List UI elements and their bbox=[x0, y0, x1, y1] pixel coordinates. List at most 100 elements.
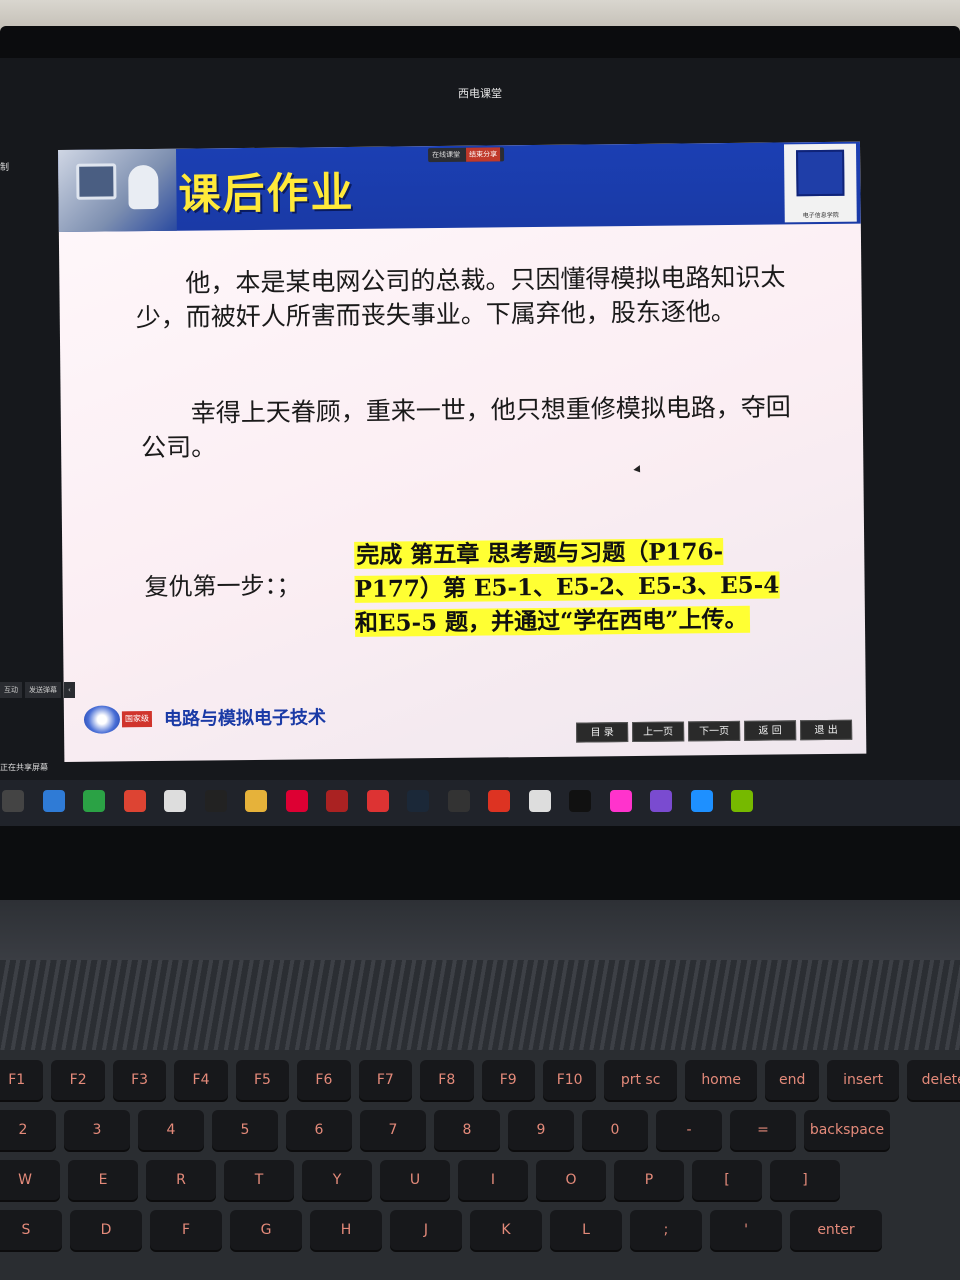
g-icon[interactable] bbox=[204, 790, 227, 812]
mouse-cursor-icon bbox=[633, 465, 644, 475]
nav-contents-button[interactable]: 目 录 bbox=[576, 722, 629, 743]
key[interactable]: ; bbox=[630, 1210, 702, 1250]
header-illustration bbox=[58, 148, 177, 232]
key[interactable]: P bbox=[614, 1160, 684, 1200]
key[interactable]: T bbox=[224, 1160, 294, 1200]
slide-navigation: 目 录 上一页 下一页 返 回 退 出 bbox=[576, 719, 853, 743]
key[interactable]: R bbox=[146, 1160, 216, 1200]
key[interactable]: 8 bbox=[434, 1110, 500, 1150]
key[interactable]: 3 bbox=[64, 1110, 130, 1150]
vscode-icon[interactable] bbox=[690, 790, 713, 812]
app-icon[interactable] bbox=[488, 790, 510, 812]
capcut-icon[interactable] bbox=[569, 790, 591, 812]
interact-button[interactable]: 互动 bbox=[0, 682, 22, 698]
nav-exit-button[interactable]: 退 出 bbox=[800, 719, 853, 741]
netease-music-icon[interactable] bbox=[285, 790, 308, 812]
key[interactable]: F7 bbox=[358, 1060, 413, 1100]
course-badge: 国家级 bbox=[121, 711, 153, 728]
key[interactable]: I bbox=[458, 1160, 528, 1200]
qq-music-icon[interactable] bbox=[326, 790, 348, 812]
key[interactable]: ' bbox=[710, 1210, 782, 1250]
key[interactable]: prt sc bbox=[604, 1060, 677, 1100]
logo-caption: 电子信息学院 bbox=[802, 211, 839, 220]
key[interactable]: E bbox=[68, 1160, 138, 1200]
visual-studio-icon[interactable] bbox=[650, 790, 672, 812]
key[interactable]: ] bbox=[770, 1160, 840, 1200]
key[interactable]: S bbox=[0, 1210, 62, 1250]
person-icon bbox=[128, 164, 159, 210]
qq-icon[interactable] bbox=[123, 790, 146, 812]
nvidia-icon[interactable] bbox=[731, 790, 753, 812]
course-logo-icon bbox=[83, 705, 121, 734]
stop-share-button[interactable]: 结束分享 bbox=[465, 147, 501, 162]
key[interactable]: home bbox=[684, 1060, 758, 1100]
key[interactable]: F10 bbox=[542, 1060, 597, 1100]
computer-icon bbox=[76, 163, 117, 200]
key[interactable]: F5 bbox=[235, 1060, 290, 1100]
key[interactable]: O bbox=[536, 1160, 606, 1200]
edge-icon[interactable] bbox=[42, 790, 65, 812]
keyboard-vent bbox=[0, 960, 960, 1060]
search-icon[interactable] bbox=[2, 790, 24, 812]
steam-icon[interactable] bbox=[407, 790, 429, 812]
send-danmaku-button[interactable]: 发送弹幕 bbox=[25, 682, 61, 698]
app2-icon[interactable] bbox=[609, 790, 632, 812]
key[interactable]: F6 bbox=[297, 1060, 351, 1100]
share-status-label: 在线课堂 bbox=[432, 150, 461, 160]
key[interactable]: F9 bbox=[481, 1060, 535, 1100]
key[interactable]: Y bbox=[302, 1160, 372, 1200]
key[interactable]: delete bbox=[907, 1060, 960, 1100]
side-panel-edge[interactable]: 制 bbox=[0, 160, 14, 174]
key[interactable]: 7 bbox=[360, 1110, 426, 1150]
key[interactable]: 0 bbox=[582, 1110, 648, 1150]
story-paragraph-2: 幸得上天眷顾，重来一世，他只想重修模拟电路，夺回公司。 bbox=[140, 392, 791, 463]
key[interactable]: [ bbox=[692, 1160, 762, 1200]
key[interactable]: F1 bbox=[0, 1060, 44, 1100]
key[interactable]: 4 bbox=[138, 1110, 204, 1150]
key[interactable]: 5 bbox=[212, 1110, 278, 1150]
laptop-hinge bbox=[0, 900, 960, 960]
key[interactable]: F bbox=[150, 1210, 222, 1250]
key[interactable]: - bbox=[656, 1110, 722, 1150]
presentation-slide: 课后作业 在线课堂 结束分享 电子信息学院 他，本是某电网公司的总裁。只因懂得模… bbox=[58, 141, 867, 762]
key[interactable]: D bbox=[70, 1210, 142, 1250]
key[interactable]: L bbox=[550, 1210, 622, 1250]
key[interactable]: backspace bbox=[804, 1110, 890, 1150]
nav-prev-button[interactable]: 上一页 bbox=[632, 721, 685, 743]
ppt-icon[interactable] bbox=[366, 790, 389, 812]
key[interactable]: J bbox=[390, 1210, 462, 1250]
step-label: 复仇第一步：； bbox=[144, 571, 301, 602]
folder-icon[interactable] bbox=[245, 790, 267, 812]
edit-icon[interactable] bbox=[528, 790, 551, 812]
key[interactable]: H bbox=[310, 1210, 382, 1250]
window-title: 西电课堂 bbox=[458, 87, 502, 100]
key[interactable]: G bbox=[230, 1210, 302, 1250]
key[interactable]: = bbox=[730, 1110, 796, 1150]
sharing-status: 正在共享屏幕 bbox=[0, 763, 48, 772]
key[interactable]: enter bbox=[790, 1210, 882, 1250]
key[interactable]: W bbox=[0, 1160, 60, 1200]
nav-next-button[interactable]: 下一页 bbox=[688, 720, 741, 742]
homework-task: 完成 第五章 思考题与习题（P176-P177）第 E5-1、E5-2、E5-3… bbox=[354, 534, 795, 641]
key[interactable]: insert bbox=[826, 1060, 900, 1100]
story-paragraph-1: 他，本是某电网公司的总裁。只因懂得模拟电路知识太少，而被奸人所害而丧失事业。下属… bbox=[135, 262, 786, 333]
key[interactable]: F4 bbox=[174, 1060, 228, 1100]
key[interactable]: end bbox=[765, 1060, 819, 1100]
screen-share-bar: 在线课堂 结束分享 bbox=[428, 147, 505, 163]
key[interactable]: K bbox=[470, 1210, 542, 1250]
collapse-icon[interactable]: ‹ bbox=[64, 682, 75, 698]
wechat-icon[interactable] bbox=[83, 790, 105, 812]
key[interactable]: 6 bbox=[286, 1110, 352, 1150]
key[interactable]: 9 bbox=[508, 1110, 574, 1150]
logo-cube-icon bbox=[796, 149, 845, 197]
nav-back-button[interactable]: 返 回 bbox=[744, 720, 797, 741]
key[interactable]: F8 bbox=[420, 1060, 474, 1100]
key[interactable]: 2 bbox=[0, 1110, 56, 1150]
file-icon[interactable] bbox=[164, 790, 186, 812]
key[interactable]: F2 bbox=[51, 1060, 105, 1100]
school-logo: 电子信息学院 bbox=[783, 143, 857, 223]
key[interactable]: F3 bbox=[112, 1060, 167, 1100]
course-name: 电路与模拟电子技术 bbox=[163, 707, 327, 730]
epic-icon[interactable] bbox=[447, 790, 470, 812]
key[interactable]: U bbox=[380, 1160, 450, 1200]
